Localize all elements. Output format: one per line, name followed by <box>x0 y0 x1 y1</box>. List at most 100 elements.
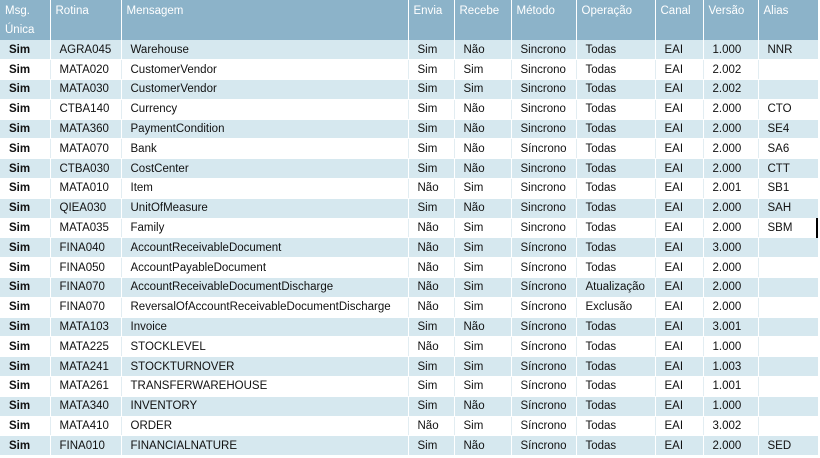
versao-cell: 1.001 <box>703 376 759 397</box>
metodo-cell: Síncrono <box>511 416 577 437</box>
header-operacao[interactable]: Operação <box>576 0 656 40</box>
alias-cell <box>758 376 818 397</box>
envia-cell: Não <box>408 297 455 318</box>
header-alias[interactable]: Alias <box>758 0 818 40</box>
envia-cell: Sim <box>408 435 455 457</box>
table-row[interactable]: Sim AGRA045 Warehouse Sim Não Sincrono Todas EA… <box>0 40 818 61</box>
table-row[interactable]: Sim MATA070 Bank Sim Não Síncrono Todas EAI 2.00… <box>0 138 818 160</box>
msg-unica-cell: Sim <box>0 40 51 61</box>
table-row[interactable]: Sim MATA035 Family Não Sim Sincrono Todas EAI 2.… <box>0 218 818 239</box>
mensagem-cell: Bank <box>121 138 409 160</box>
rotina-cell: FINA040 <box>50 237 122 259</box>
table-row[interactable]: Sim CTBA140 Currency Sim Não Sincrono Todas EAI… <box>0 99 818 120</box>
header-rotina[interactable]: Rotina <box>50 0 122 40</box>
table-row[interactable]: Sim MATA360 PaymentCondition Sim Não Sincrono… <box>0 119 818 140</box>
table-row[interactable]: Sim FINA010 FINANCIALNATURE Sim Não Síncrono T… <box>0 435 818 457</box>
alias-cell: CTT <box>758 158 818 180</box>
msg-unica-cell: Sim <box>0 416 51 437</box>
header-mensagem[interactable]: Mensagem <box>121 0 409 40</box>
versao-cell: 1.003 <box>703 356 759 378</box>
table-row[interactable]: Sim MATA020 CustomerVendor Sim Sim Sincrono To… <box>0 59 818 81</box>
header-versao[interactable]: Versão <box>703 0 759 40</box>
versao-cell: 2.000 <box>703 257 759 279</box>
header-recebe[interactable]: Recebe <box>454 0 512 40</box>
recebe-cell: Sim <box>454 416 512 437</box>
rotina-cell: MATA070 <box>50 138 122 160</box>
table-row[interactable]: Sim FINA070 ReversalOfAccountReceivableDoc… <box>0 297 818 318</box>
versao-cell: 2.000 <box>703 198 759 219</box>
msg-unica-cell: Sim <box>0 178 51 199</box>
table-row[interactable]: Sim FINA040 AccountReceivableDocument Não Si… <box>0 237 818 259</box>
mensagem-cell: ORDER <box>121 416 409 437</box>
table-row[interactable]: Sim FINA050 AccountPayableDocument Não Sim Sí… <box>0 257 818 279</box>
table-row[interactable]: Sim CTBA030 CostCenter Sim Não Sincrono Todas E… <box>0 158 818 180</box>
mensagem-cell: FINANCIALNATURE <box>121 435 409 457</box>
versao-cell: 2.000 <box>703 297 759 318</box>
msg-unica-cell: Sim <box>0 138 51 160</box>
alias-cell: SA6 <box>758 138 818 160</box>
header-msg-unica[interactable]: Msg. Única <box>0 0 51 40</box>
canal-cell: EAI <box>655 119 704 140</box>
canal-cell: EAI <box>655 336 704 358</box>
mensagem-cell: PaymentCondition <box>121 119 409 140</box>
recebe-cell: Não <box>454 40 512 61</box>
operacao-cell: Todas <box>576 119 656 140</box>
versao-cell: 3.000 <box>703 237 759 259</box>
alias-cell <box>758 416 818 437</box>
table-row[interactable]: Sim MATA103 Invoice Sim Não Síncrono Todas EAI 3… <box>0 317 818 338</box>
rotina-cell: MATA241 <box>50 356 122 378</box>
table-row[interactable]: Sim MATA225 STOCKLEVEL Não Sim Síncrono Todas E… <box>0 336 818 358</box>
message-table: Msg. Única Rotina Mensagem Envia Recebe … <box>0 0 818 457</box>
rotina-cell: CTBA140 <box>50 99 122 120</box>
table-row[interactable]: Sim FINA070 AccountReceivableDocumentDisch… <box>0 277 818 298</box>
envia-cell: Sim <box>408 59 455 81</box>
canal-cell: EAI <box>655 356 704 378</box>
operacao-cell: Exclusão <box>576 297 656 318</box>
msg-unica-cell: Sim <box>0 257 51 279</box>
table-row[interactable]: Sim MATA410 ORDER Não Sim Síncrono Todas EAI 3.0… <box>0 416 818 437</box>
msg-unica-cell: Sim <box>0 79 51 100</box>
rotina-cell: MATA360 <box>50 119 122 140</box>
envia-cell: Sim <box>408 119 455 140</box>
header-metodo[interactable]: Método <box>511 0 577 40</box>
recebe-cell: Sim <box>454 297 512 318</box>
rotina-cell: CTBA030 <box>50 158 122 180</box>
recebe-cell: Sim <box>454 237 512 259</box>
canal-cell: EAI <box>655 178 704 199</box>
table-row[interactable]: Sim QIEA030 UnitOfMeasure Sim Não Sincrono Tod… <box>0 198 818 219</box>
mensagem-cell: STOCKLEVEL <box>121 336 409 358</box>
recebe-cell: Não <box>454 317 512 338</box>
metodo-cell: Síncrono <box>511 317 577 338</box>
envia-cell: Não <box>408 178 455 199</box>
rotina-cell: FINA070 <box>50 277 122 298</box>
table-row[interactable]: Sim MATA340 INVENTORY Sim Não Síncrono Todas EA… <box>0 396 818 417</box>
mensagem-cell: CustomerVendor <box>121 59 409 81</box>
metodo-cell: Síncrono <box>511 336 577 358</box>
recebe-cell: Sim <box>454 178 512 199</box>
table-body: Sim AGRA045 Warehouse Sim Não Sincrono Todas EA… <box>0 40 818 457</box>
alias-cell <box>758 277 818 298</box>
header-envia[interactable]: Envia <box>408 0 455 40</box>
table-row[interactable]: Sim MATA030 CustomerVendor Sim Sim Sincrono To… <box>0 79 818 100</box>
metodo-cell: Sincrono <box>511 119 577 140</box>
operacao-cell: Todas <box>576 336 656 358</box>
envia-cell: Sim <box>408 198 455 219</box>
canal-cell: EAI <box>655 297 704 318</box>
operacao-cell: Todas <box>576 138 656 160</box>
metodo-cell: Síncrono <box>511 277 577 298</box>
rotina-cell: FINA070 <box>50 297 122 318</box>
table-row[interactable]: Sim MATA261 TRANSFERWAREHOUSE Sim Sim Síncron… <box>0 376 818 397</box>
mensagem-cell: UnitOfMeasure <box>121 198 409 219</box>
header-canal[interactable]: Canal <box>655 0 704 40</box>
table-row[interactable]: Sim MATA241 STOCKTURNOVER Sim Sim Síncrono Tod… <box>0 356 818 378</box>
canal-cell: EAI <box>655 396 704 417</box>
msg-unica-cell: Sim <box>0 99 51 120</box>
rotina-cell: MATA030 <box>50 79 122 100</box>
recebe-cell: Não <box>454 138 512 160</box>
operacao-cell: Todas <box>576 416 656 437</box>
recebe-cell: Não <box>454 396 512 417</box>
alias-cell <box>758 317 818 338</box>
envia-cell: Sim <box>408 356 455 378</box>
table-row[interactable]: Sim MATA010 Item Não Sim Sincrono Todas EAI 2.00… <box>0 178 818 199</box>
rotina-cell: MATA103 <box>50 317 122 338</box>
